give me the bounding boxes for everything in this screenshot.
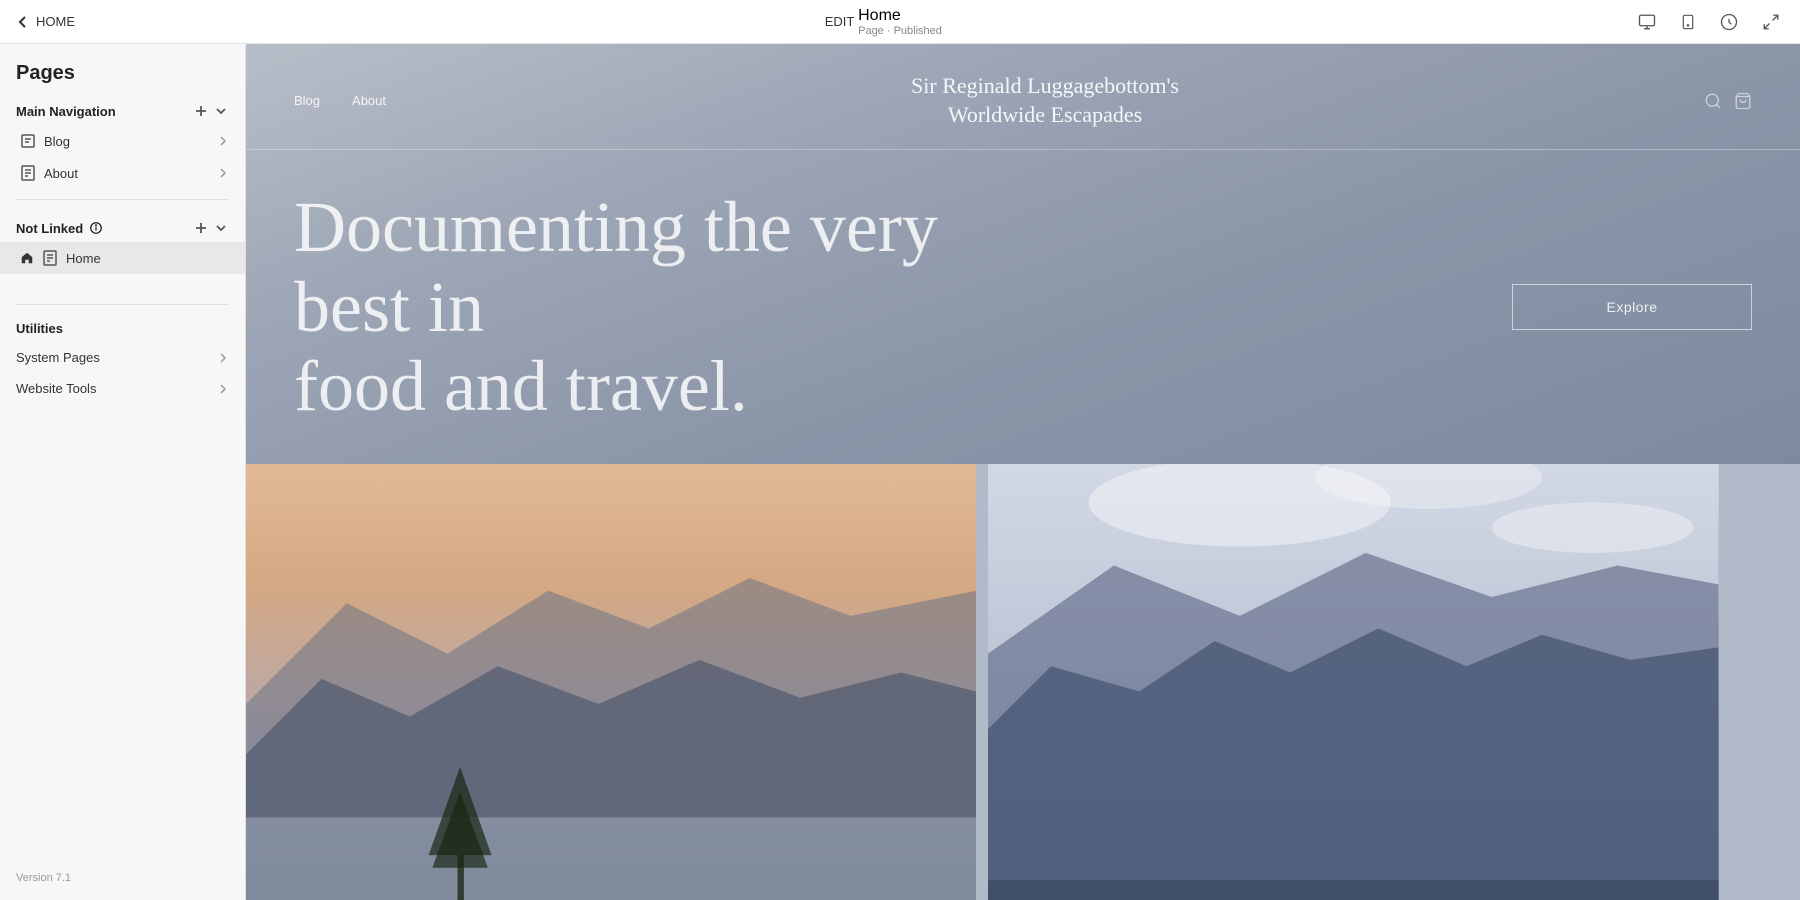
system-pages-item[interactable]: System Pages bbox=[0, 342, 245, 373]
page-name: Home bbox=[858, 7, 942, 25]
mobile-view-button[interactable] bbox=[1676, 9, 1700, 35]
hero-section: Blog About Sir Reginald Luggagebottom's … bbox=[246, 44, 1800, 464]
divider-2 bbox=[16, 304, 229, 305]
top-bar-actions bbox=[1634, 9, 1784, 35]
about-label: About bbox=[44, 166, 78, 181]
home-page-icon bbox=[42, 250, 58, 266]
main-navigation-controls bbox=[193, 103, 229, 119]
not-linked-info-icon bbox=[89, 221, 103, 235]
sidebar-title: Pages bbox=[0, 44, 245, 97]
desktop-view-button[interactable] bbox=[1634, 9, 1660, 35]
website-tools-item[interactable]: Website Tools bbox=[0, 373, 245, 404]
main-navigation-text: Main Navigation bbox=[16, 104, 116, 119]
sidebar-item-home[interactable]: Home bbox=[0, 242, 245, 274]
page-status: Page · Published bbox=[858, 25, 942, 37]
nav-about-link[interactable]: About bbox=[352, 93, 386, 108]
collapse-nav-icon[interactable] bbox=[213, 103, 229, 119]
fullscreen-button[interactable] bbox=[1758, 9, 1784, 35]
utilities-section: Utilities System Pages Website Tools bbox=[0, 315, 245, 404]
divider-1 bbox=[16, 199, 229, 200]
landscape-right-svg bbox=[988, 464, 1718, 900]
edit-label: EDIT bbox=[825, 14, 855, 29]
preview-nav-links: Blog About bbox=[294, 93, 386, 108]
blog-chevron-icon bbox=[217, 135, 229, 147]
collapse-not-linked-icon[interactable] bbox=[213, 220, 229, 236]
hero-headline-line1: Documenting the very best in bbox=[294, 187, 938, 346]
cart-icon[interactable] bbox=[1734, 92, 1752, 110]
landscape-left-svg bbox=[246, 464, 976, 900]
not-linked-controls bbox=[193, 220, 229, 236]
hero-content: Documenting the very best in food and tr… bbox=[246, 150, 1800, 464]
website-preview: Blog About Sir Reginald Luggagebottom's … bbox=[246, 44, 1800, 900]
not-linked-label-group: Not Linked bbox=[16, 221, 103, 236]
sidebar-item-blog[interactable]: Blog bbox=[0, 125, 245, 157]
back-home-button[interactable]: HOME bbox=[16, 14, 75, 29]
main-navigation-header: Main Navigation bbox=[0, 97, 245, 125]
not-linked-header: Not Linked bbox=[0, 214, 245, 242]
spacer-1 bbox=[0, 274, 245, 294]
main-navigation-label: Main Navigation bbox=[16, 104, 116, 119]
style-editor-button[interactable] bbox=[1716, 9, 1742, 35]
hero-headline-line2: food and travel. bbox=[294, 346, 748, 426]
sidebar-item-about[interactable]: About bbox=[0, 157, 245, 189]
photo-grid bbox=[246, 464, 1800, 900]
version-label: Version 7.1 bbox=[0, 856, 245, 900]
content-area: Blog About Sir Reginald Luggagebottom's … bbox=[246, 44, 1800, 900]
system-pages-chevron bbox=[217, 352, 229, 364]
add-not-linked-icon[interactable] bbox=[193, 220, 209, 236]
not-linked-section: Not Linked bbox=[0, 214, 245, 274]
photo-left bbox=[246, 464, 976, 900]
sidebar: Pages Main Navigation bbox=[0, 44, 246, 900]
system-pages-label: System Pages bbox=[16, 350, 100, 365]
not-linked-text: Not Linked bbox=[16, 221, 83, 236]
search-icon[interactable] bbox=[1704, 92, 1722, 110]
blog-icon bbox=[20, 133, 36, 149]
brand-line1: Sir Reginald Luggagebottom's bbox=[911, 72, 1179, 101]
add-page-icon[interactable] bbox=[193, 103, 209, 119]
utilities-label: Utilities bbox=[0, 315, 245, 342]
home-label: Home bbox=[66, 251, 101, 266]
hero-headline: Documenting the very best in food and tr… bbox=[294, 188, 994, 426]
photo-right bbox=[988, 464, 1718, 900]
explore-button[interactable]: Explore bbox=[1512, 284, 1752, 330]
preview-nav: Blog About Sir Reginald Luggagebottom's … bbox=[246, 44, 1800, 150]
home-active-indicator bbox=[20, 251, 34, 265]
brand-line2: Worldwide Escapades bbox=[911, 101, 1179, 130]
blog-label: Blog bbox=[44, 134, 70, 149]
website-tools-label: Website Tools bbox=[16, 381, 96, 396]
back-label: HOME bbox=[36, 14, 75, 29]
website-tools-chevron bbox=[217, 383, 229, 395]
preview-nav-icons bbox=[1704, 92, 1752, 110]
main-layout: Pages Main Navigation bbox=[0, 44, 1800, 900]
nav-blog-link[interactable]: Blog bbox=[294, 93, 320, 108]
page-info: Home Page · Published bbox=[858, 7, 942, 37]
about-chevron-icon bbox=[217, 167, 229, 179]
about-icon bbox=[20, 165, 36, 181]
top-bar: HOME Home Page · Published EDIT bbox=[0, 0, 1800, 44]
preview-nav-brand: Sir Reginald Luggagebottom's Worldwide E… bbox=[911, 72, 1179, 129]
